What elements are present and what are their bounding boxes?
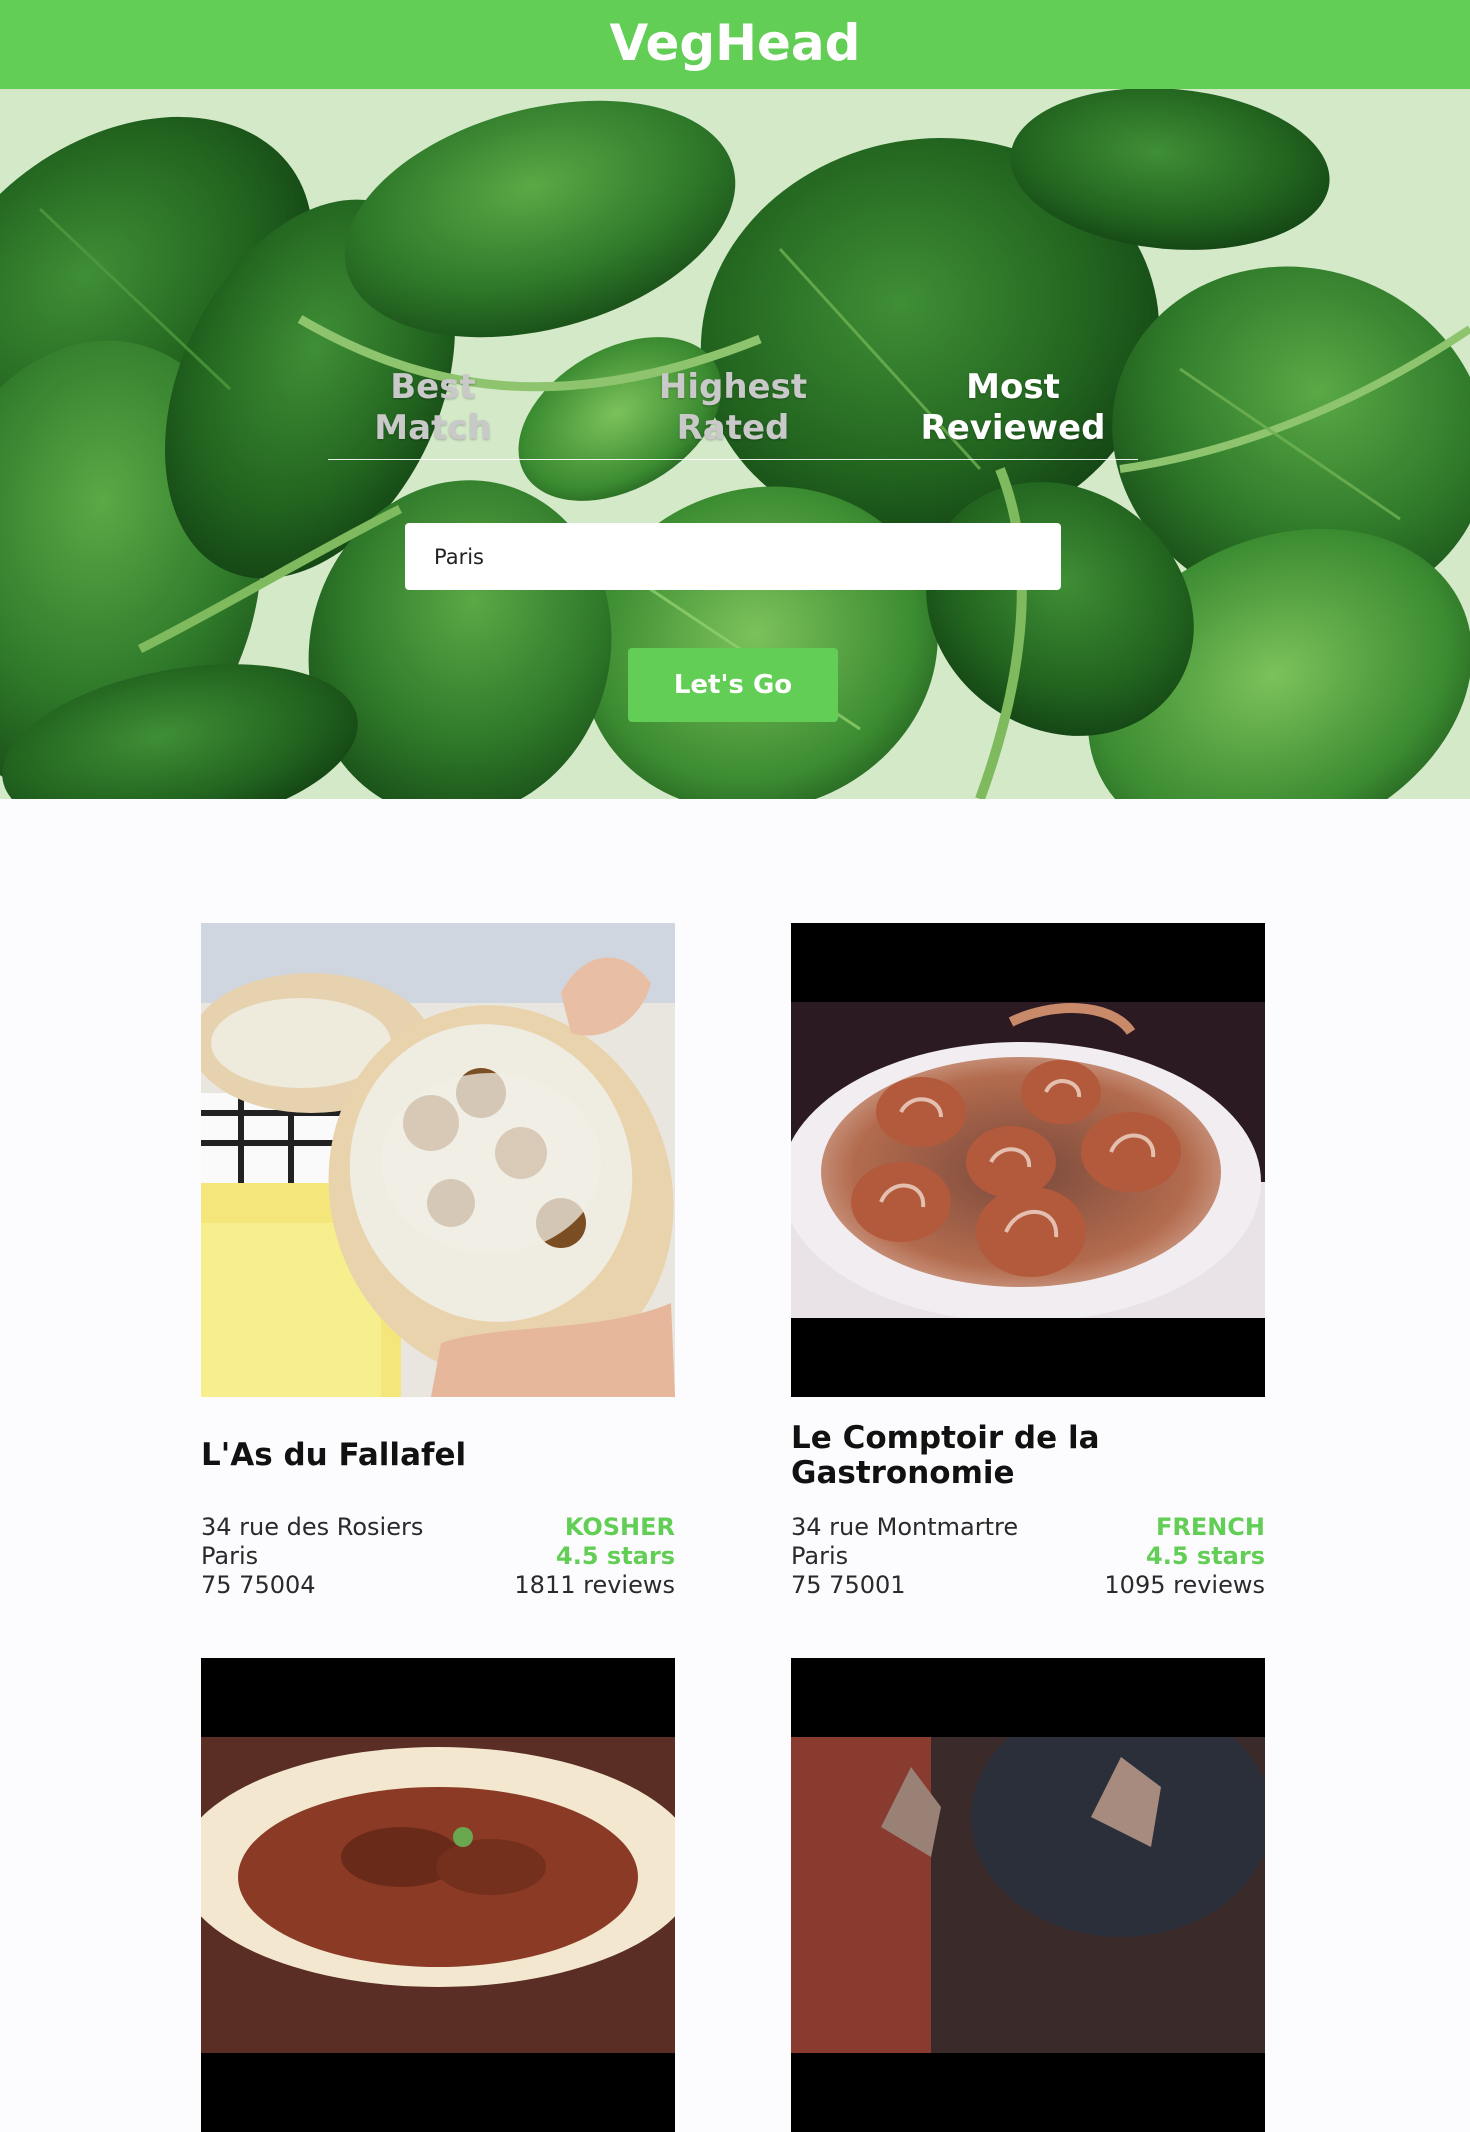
restaurant-address: 34 rue Montmartre Paris 75 75001 <box>791 1513 1018 1600</box>
dish-photo-image <box>201 1737 675 2053</box>
rating-label: 4.5 stars <box>556 1542 675 1570</box>
restaurant-name[interactable]: L'As du Fallafel <box>201 1438 675 1473</box>
tab-best-match[interactable]: Best Match <box>328 367 538 449</box>
lets-go-button[interactable]: Let's Go <box>628 648 838 722</box>
tab-label-line: Best <box>390 367 476 407</box>
restaurant-card[interactable] <box>201 1658 675 2132</box>
address-postal: 75 75001 <box>791 1571 906 1599</box>
restaurant-address: 34 rue des Rosiers Paris 75 75004 <box>201 1513 423 1600</box>
location-search-input[interactable] <box>405 523 1061 590</box>
review-count: 1811 reviews <box>514 1571 675 1599</box>
tab-label-line: Reviewed <box>920 408 1106 448</box>
restaurant-card[interactable] <box>791 1658 1265 2132</box>
tab-most-reviewed[interactable]: Most Reviewed <box>908 367 1118 449</box>
tab-label-line: Rated <box>676 408 790 448</box>
restaurant-photo[interactable] <box>791 923 1265 1397</box>
sort-tabs: Best Match Highest Rated Most Reviewed <box>328 367 1138 460</box>
brand-logo[interactable]: VegHead <box>610 14 861 72</box>
tab-highest-rated[interactable]: Highest Rated <box>628 367 838 449</box>
review-count: 1095 reviews <box>1104 1571 1265 1599</box>
restaurant-photo[interactable] <box>201 923 675 1397</box>
restaurant-info: 34 rue des Rosiers Paris 75 75004 KOSHER… <box>201 1513 675 1600</box>
restaurant-photo[interactable] <box>201 1658 675 2132</box>
escargot-photo-image <box>791 1002 1265 1318</box>
address-city: Paris <box>201 1542 259 1570</box>
tab-label-line: Most <box>966 367 1060 407</box>
restaurant-photo[interactable] <box>791 1658 1265 2132</box>
address-city: Paris <box>791 1542 849 1570</box>
top-bar: VegHead <box>0 0 1470 89</box>
address-street: 34 rue des Rosiers <box>201 1513 424 1541</box>
restaurant-card[interactable]: L'As du Fallafel 34 rue des Rosiers Pari… <box>201 923 675 1599</box>
restaurant-meta: FRENCH 4.5 stars 1095 reviews <box>1104 1513 1265 1600</box>
falafel-photo-image <box>201 923 675 1397</box>
address-street: 34 rue Montmartre <box>791 1513 1019 1541</box>
tab-label-line: Match <box>374 408 492 448</box>
dish-photo-image <box>791 1737 1265 2053</box>
hero-search-section: Best Match Highest Rated Most Reviewed L… <box>0 89 1470 799</box>
cuisine-label: FRENCH <box>1155 1513 1265 1541</box>
tab-label-line: Highest <box>658 367 808 407</box>
restaurant-info: 34 rue Montmartre Paris 75 75001 FRENCH … <box>791 1513 1265 1600</box>
rating-label: 4.5 stars <box>1146 1542 1265 1570</box>
restaurant-name[interactable]: Le Comptoir de la Gastronomie <box>791 1421 1265 1491</box>
restaurant-meta: KOSHER 4.5 stars 1811 reviews <box>514 1513 675 1600</box>
cuisine-label: KOSHER <box>564 1513 675 1541</box>
address-postal: 75 75004 <box>201 1571 316 1599</box>
restaurant-card[interactable]: Le Comptoir de la Gastronomie 34 rue Mon… <box>791 923 1265 1599</box>
